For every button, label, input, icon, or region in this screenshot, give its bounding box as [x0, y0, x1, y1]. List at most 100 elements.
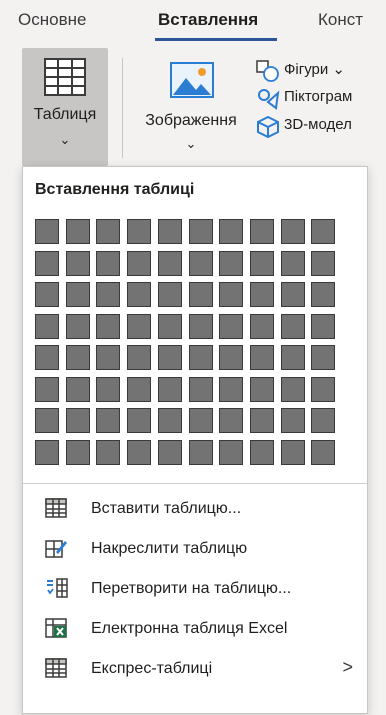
table-button[interactable]: Таблиця ⌄: [22, 48, 108, 166]
table-grid-cell[interactable]: [189, 314, 213, 339]
table-grid-cell[interactable]: [96, 314, 120, 339]
table-grid-cell[interactable]: [35, 408, 59, 433]
table-grid-cell[interactable]: [281, 345, 305, 370]
table-grid-cell[interactable]: [96, 219, 120, 244]
table-grid-cell[interactable]: [189, 408, 213, 433]
table-grid-cell[interactable]: [158, 345, 182, 370]
tab-insert[interactable]: Вставлення: [158, 10, 258, 30]
table-grid-cell[interactable]: [219, 345, 243, 370]
table-grid-cell[interactable]: [281, 440, 305, 465]
pictures-button-label: Зображення: [145, 112, 237, 129]
table-grid-cell[interactable]: [281, 282, 305, 307]
table-grid-cell[interactable]: [35, 219, 59, 244]
table-grid-cell[interactable]: [189, 251, 213, 276]
table-grid-cell[interactable]: [127, 440, 151, 465]
table-grid-cell[interactable]: [281, 408, 305, 433]
table-grid-cell[interactable]: [66, 345, 90, 370]
table-grid-cell[interactable]: [158, 440, 182, 465]
table-grid-cell[interactable]: [311, 282, 335, 307]
tab-design[interactable]: Конст: [318, 10, 363, 30]
table-size-grid[interactable]: [35, 219, 337, 471]
table-grid-cell[interactable]: [219, 377, 243, 402]
insert-table-item[interactable]: Вставити таблицю...: [23, 491, 367, 527]
table-grid-cell[interactable]: [250, 314, 274, 339]
table-grid-cell[interactable]: [127, 282, 151, 307]
table-icon: [44, 58, 86, 101]
ribbon-tab-bar: Основне Вставлення Конст: [0, 0, 386, 44]
table-grid-cell[interactable]: [281, 219, 305, 244]
table-grid-cell[interactable]: [219, 408, 243, 433]
table-grid-cell[interactable]: [250, 377, 274, 402]
table-grid-cell[interactable]: [35, 440, 59, 465]
table-grid-cell[interactable]: [311, 408, 335, 433]
table-grid-cell[interactable]: [35, 314, 59, 339]
table-grid-cell[interactable]: [311, 314, 335, 339]
table-grid-cell[interactable]: [189, 219, 213, 244]
table-grid-cell[interactable]: [66, 219, 90, 244]
table-grid-cell[interactable]: [66, 440, 90, 465]
table-grid-cell[interactable]: [96, 408, 120, 433]
dropdown-title: Вставлення таблиці: [35, 181, 195, 198]
table-grid-cell[interactable]: [311, 251, 335, 276]
table-grid-cell[interactable]: [127, 219, 151, 244]
table-grid-cell[interactable]: [66, 408, 90, 433]
table-grid-cell[interactable]: [311, 377, 335, 402]
table-grid-cell[interactable]: [311, 440, 335, 465]
table-grid-cell[interactable]: [219, 314, 243, 339]
table-grid-cell[interactable]: [250, 440, 274, 465]
table-grid-cell[interactable]: [281, 377, 305, 402]
table-grid-cell[interactable]: [250, 345, 274, 370]
excel-spreadsheet-item[interactable]: Електронна таблиця Excel: [23, 611, 367, 647]
table-grid-cell[interactable]: [66, 377, 90, 402]
table-grid-cell[interactable]: [96, 345, 120, 370]
shapes-button-label: Фігури ⌄: [284, 61, 345, 78]
table-grid-cell[interactable]: [35, 282, 59, 307]
3d-models-button-label: 3D-модел: [284, 116, 352, 133]
ribbon-separator: [122, 58, 123, 158]
table-grid-cell[interactable]: [250, 282, 274, 307]
convert-to-table-item[interactable]: Перетворити на таблицю...: [23, 571, 367, 607]
table-grid-cell[interactable]: [127, 408, 151, 433]
cube-icon: [256, 115, 280, 142]
table-grid-cell[interactable]: [189, 440, 213, 465]
table-grid-cell[interactable]: [281, 251, 305, 276]
table-grid-cell[interactable]: [219, 219, 243, 244]
table-grid-cell[interactable]: [35, 377, 59, 402]
table-grid-cell[interactable]: [127, 377, 151, 402]
table-grid-cell[interactable]: [127, 251, 151, 276]
table-grid-cell[interactable]: [219, 440, 243, 465]
table-grid-cell[interactable]: [158, 314, 182, 339]
table-grid-cell[interactable]: [189, 345, 213, 370]
table-grid-cell[interactable]: [66, 314, 90, 339]
table-grid-cell[interactable]: [96, 377, 120, 402]
table-grid-cell[interactable]: [158, 408, 182, 433]
table-grid-cell[interactable]: [250, 408, 274, 433]
table-grid-cell[interactable]: [250, 251, 274, 276]
table-grid-cell[interactable]: [189, 377, 213, 402]
table-grid-cell[interactable]: [250, 219, 274, 244]
table-grid-cell[interactable]: [66, 282, 90, 307]
table-grid-cell[interactable]: [35, 251, 59, 276]
table-grid-cell[interactable]: [281, 314, 305, 339]
table-grid-cell[interactable]: [127, 314, 151, 339]
table-grid-cell[interactable]: [158, 377, 182, 402]
table-grid-cell[interactable]: [158, 219, 182, 244]
active-tab-indicator: [155, 38, 277, 41]
table-grid-cell[interactable]: [127, 345, 151, 370]
table-grid-cell[interactable]: [96, 282, 120, 307]
table-grid-cell[interactable]: [219, 282, 243, 307]
tab-home[interactable]: Основне: [18, 10, 86, 30]
table-grid-cell[interactable]: [189, 282, 213, 307]
table-grid-cell[interactable]: [311, 345, 335, 370]
table-grid-cell[interactable]: [311, 219, 335, 244]
pictures-button[interactable]: Зображення ⌄: [132, 48, 250, 166]
table-grid-cell[interactable]: [158, 282, 182, 307]
draw-table-item[interactable]: Накреслити таблицю: [23, 531, 367, 567]
table-grid-cell[interactable]: [66, 251, 90, 276]
table-grid-cell[interactable]: [96, 251, 120, 276]
table-grid-cell[interactable]: [219, 251, 243, 276]
table-grid-cell[interactable]: [35, 345, 59, 370]
table-grid-cell[interactable]: [158, 251, 182, 276]
table-grid-cell[interactable]: [96, 440, 120, 465]
quick-tables-item[interactable]: Експрес-таблиці >: [23, 651, 367, 687]
